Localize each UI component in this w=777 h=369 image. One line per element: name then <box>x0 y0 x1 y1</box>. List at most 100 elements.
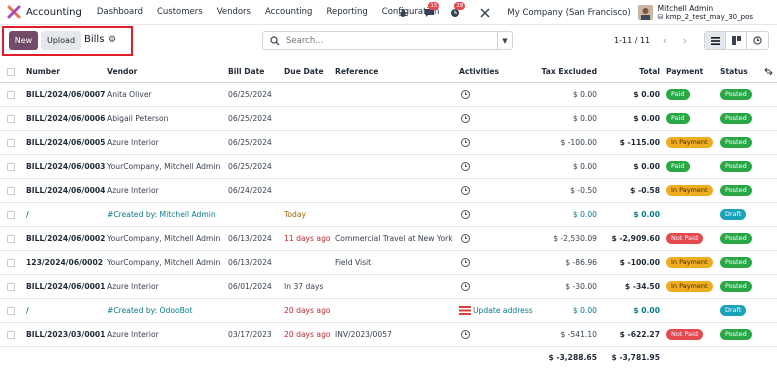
payment-badge: Paid <box>666 89 690 100</box>
new-button[interactable]: New <box>9 31 38 50</box>
row-checkbox[interactable] <box>7 227 15 250</box>
col-tax-excluded[interactable]: Tax Excluded <box>520 61 597 82</box>
activity-cell[interactable] <box>461 107 470 130</box>
search-input[interactable] <box>286 35 486 46</box>
due-date: In 37 days <box>284 282 324 291</box>
kanban-view-button[interactable] <box>726 32 747 49</box>
payment-status: Not Paid <box>666 227 703 250</box>
col-status[interactable]: Status <box>720 61 748 82</box>
row-checkbox[interactable] <box>7 323 15 346</box>
total-amount: $ -3,781.95 <box>611 352 660 362</box>
search-icon <box>270 35 280 46</box>
payment-status: Paid <box>666 83 690 106</box>
table-row[interactable]: 123/2024/06/0002 YourCompany, Mitchell Ad… <box>0 251 777 275</box>
bill-number: BILL/2024/06/0007 <box>26 90 106 99</box>
activity-cell[interactable] <box>461 227 470 250</box>
pager-next-button[interactable]: › <box>676 31 694 50</box>
row-checkbox[interactable] <box>7 107 15 130</box>
activity-view-button[interactable] <box>747 32 768 49</box>
user-menu[interactable]: Mitchell Admin ⛁ kmp_2_test_may_30_pos <box>657 4 753 22</box>
tools-icon[interactable] <box>477 6 493 20</box>
vendor-name: #Created by: OdooBot <box>107 306 193 315</box>
col-activities[interactable]: Activities <box>459 61 499 82</box>
payment-status: In Payment <box>666 131 713 154</box>
table-row[interactable]: / #Created by: Mitchell Admin Today $ 0.00 $… <box>0 203 777 227</box>
table-row[interactable]: BILL/2024/06/0003 YourCompany, Mitchell A… <box>0 155 777 179</box>
payment-status: In Payment <box>666 275 713 298</box>
table-row[interactable]: BILL/2024/06/0007 Anita Oliver 06/25/2024 $… <box>0 83 777 107</box>
col-due-date[interactable]: Due Date <box>284 61 324 82</box>
row-checkbox[interactable] <box>7 155 15 178</box>
gear-icon[interactable]: ⚙ <box>108 35 116 45</box>
menu-customers[interactable]: Customers <box>157 7 203 17</box>
payment-badge: Not Paid <box>666 233 703 244</box>
menu-dashboard[interactable]: Dashboard <box>97 7 143 17</box>
list-view-button[interactable] <box>705 32 726 49</box>
activity-clock-icon <box>461 234 470 243</box>
vendor-name: Anita Oliver <box>107 90 152 99</box>
status-badge: Draft <box>720 209 747 220</box>
row-checkbox[interactable] <box>7 83 15 106</box>
menu-vendors[interactable]: Vendors <box>217 7 251 17</box>
col-reference[interactable]: Reference <box>335 61 378 82</box>
row-checkbox[interactable] <box>7 203 15 226</box>
col-total[interactable]: Total <box>610 61 660 82</box>
status-badge: Draft <box>720 305 747 316</box>
kanban-view-icon <box>731 36 741 45</box>
row-checkbox[interactable] <box>7 251 15 274</box>
search-options-toggle[interactable]: ▼ <box>497 32 512 49</box>
row-checkbox[interactable] <box>7 131 15 154</box>
due-date: 11 days ago <box>284 234 331 243</box>
upload-button[interactable]: Upload <box>41 31 81 50</box>
vendor-name: YourCompany, Mitchell Admin <box>107 234 221 243</box>
company-switcher[interactable]: My Company (San Francisco) <box>507 8 630 18</box>
activity-cell[interactable] <box>461 83 470 106</box>
activity-cell[interactable] <box>461 275 470 298</box>
control-panel: New Upload Bills ⚙ ▼ 1-11 / 11 ‹ › <box>0 26 777 60</box>
col-number[interactable]: Number <box>26 61 60 82</box>
chat-count-badge: 15 <box>428 1 440 10</box>
row-checkbox[interactable] <box>7 179 15 202</box>
activity-clock-icon <box>461 210 470 219</box>
total-amount: $ -622.27 <box>619 330 660 339</box>
activity-clock-icon <box>461 114 470 123</box>
status: Posted <box>720 107 752 130</box>
reference: INV/2023/0057 <box>335 330 392 339</box>
table-row[interactable]: BILL/2024/06/0006 Abigail Peterson 06/25/2… <box>0 107 777 131</box>
payment-status: In Payment <box>666 179 713 202</box>
table-row[interactable]: / #Created by: OdooBot 20 days ago Update a… <box>0 299 777 323</box>
activity-cell[interactable] <box>461 323 470 346</box>
col-bill-date[interactable]: Bill Date <box>228 61 264 82</box>
row-checkbox[interactable] <box>7 275 15 298</box>
table-row[interactable]: BILL/2023/03/0001 Azure Interior 03/17/202… <box>0 323 777 347</box>
activity-cell[interactable] <box>461 131 470 154</box>
due-date: 20 days ago <box>284 330 331 339</box>
row-checkbox[interactable] <box>7 299 15 322</box>
pager-previous-button[interactable]: ‹ <box>656 31 674 50</box>
activity-clock-icon[interactable]: 28 <box>447 1 466 20</box>
table-row[interactable]: BILL/2024/06/0004 Azure Interior 06/24/202… <box>0 179 777 203</box>
activity-cell[interactable] <box>461 203 470 226</box>
chat-icon[interactable]: 15 <box>421 1 440 20</box>
status: Posted <box>720 275 752 298</box>
user-avatar[interactable] <box>637 5 653 20</box>
status-badge: Posted <box>720 185 752 196</box>
table-row[interactable]: BILL/2024/06/0002 YourCompany, Mitchell A… <box>0 227 777 251</box>
activity-cell[interactable] <box>461 155 470 178</box>
bug-icon[interactable] <box>395 6 411 20</box>
activity-cell[interactable] <box>461 179 470 202</box>
activity-cell[interactable] <box>461 251 470 274</box>
navbar-systray: 15 28 My Company (San Francisco) Mitchel… <box>385 0 777 25</box>
menu-accounting[interactable]: Accounting <box>265 7 312 17</box>
select-all-checkbox[interactable] <box>7 61 15 82</box>
table-row[interactable]: BILL/2024/06/0001 Azure Interior 06/01/202… <box>0 275 777 299</box>
optional-columns-toggle[interactable] <box>764 61 773 82</box>
col-payment[interactable]: Payment <box>666 61 703 82</box>
list-view-icon <box>710 36 720 45</box>
top-navbar: Accounting Dashboard Customers Vendors A… <box>0 0 777 25</box>
col-vendor[interactable]: Vendor <box>107 61 137 82</box>
app-brand[interactable]: Accounting <box>7 5 82 19</box>
pager-value[interactable]: 1-11 / 11 <box>614 36 650 45</box>
menu-reporting[interactable]: Reporting <box>326 7 367 17</box>
table-row[interactable]: BILL/2024/06/0005 Azure Interior 06/25/202… <box>0 131 777 155</box>
